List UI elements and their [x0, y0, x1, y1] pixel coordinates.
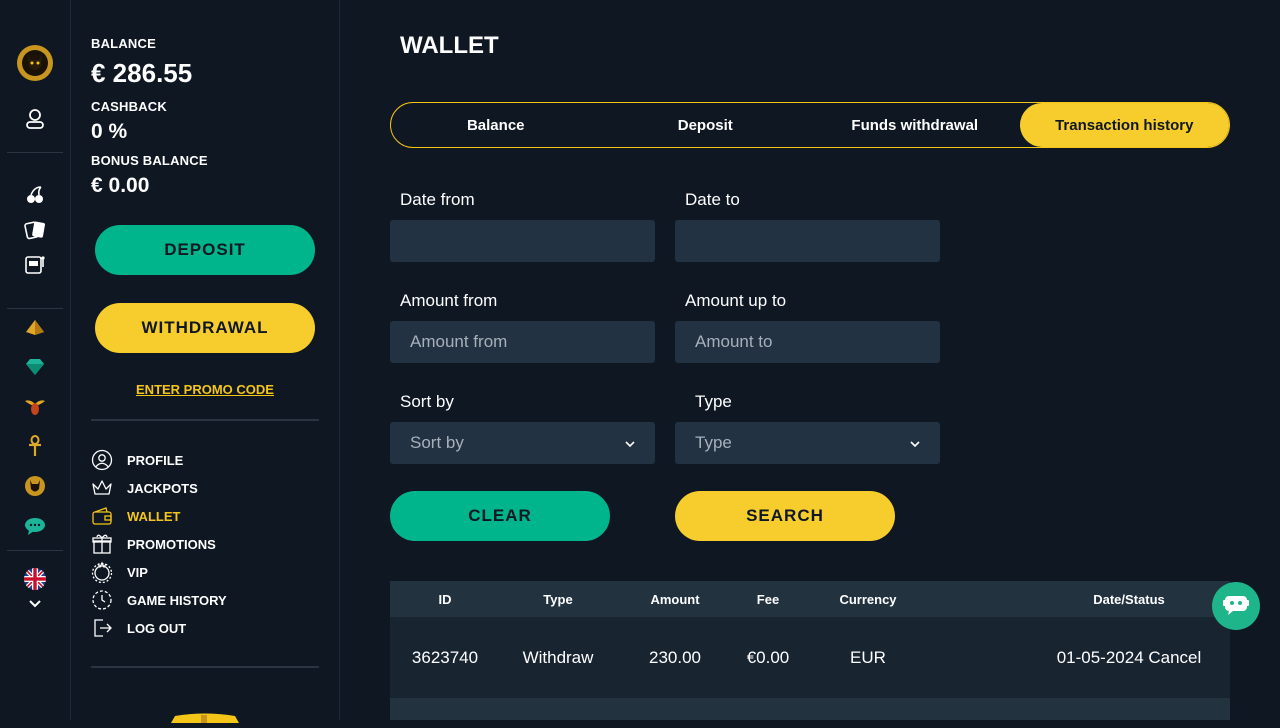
cat-logo-icon[interactable]: [16, 44, 54, 82]
menu-item-profile[interactable]: PROFILE: [91, 449, 183, 471]
crown-icon: [91, 477, 113, 499]
menu-item-vip[interactable]: VIP: [91, 561, 148, 583]
chevron-down-icon: [625, 433, 635, 453]
table-header: ID Type Amount Fee Currency Date/Status: [390, 581, 1230, 617]
search-button[interactable]: SEARCH: [675, 491, 895, 541]
cashback-value: 0 %: [91, 120, 128, 143]
col-header-currency: Currency: [839, 591, 897, 607]
tab-funds-withdrawal[interactable]: Funds withdrawal: [810, 103, 1020, 147]
amount-to-input[interactable]: [675, 321, 940, 363]
cell-type: Withdraw: [522, 647, 594, 667]
cell-currency: EUR: [850, 647, 886, 667]
sort-by-select[interactable]: Sort by: [390, 422, 655, 464]
col-header-amount: Amount: [650, 591, 700, 607]
balance-label: BALANCE: [91, 36, 156, 51]
panel-divider: [91, 666, 319, 668]
withdrawal-button[interactable]: WITHDRAWAL: [95, 303, 315, 353]
cashback-label: CASHBACK: [91, 99, 167, 114]
promo-treasure-image: [167, 710, 243, 723]
col-header-date-status: Date/Status: [1093, 591, 1165, 607]
gold-pyramid-icon[interactable]: [20, 312, 50, 342]
menu-item-wallet[interactable]: WALLET: [91, 505, 180, 527]
menu-label: LOG OUT: [127, 620, 187, 636]
panel-divider: [91, 419, 319, 421]
chevron-down-icon: [910, 433, 920, 453]
cell-amount: 230.00: [649, 647, 701, 667]
col-header-type: Type: [543, 591, 573, 607]
date-from-input[interactable]: [390, 220, 655, 262]
menu-label: PROFILE: [127, 452, 184, 468]
gift-icon: [91, 533, 113, 555]
live-chat-button[interactable]: [1212, 582, 1260, 630]
menu-label: JACKPOTS: [127, 480, 198, 496]
menu-label: PROMOTIONS: [127, 536, 216, 552]
date-from-label: Date from: [400, 190, 475, 209]
type-value: Type: [695, 433, 732, 452]
amount-from-label: Amount from: [400, 291, 498, 310]
tab-transaction-history[interactable]: Transaction history: [1019, 103, 1229, 147]
cell-date-status: 01-05-2024 Cancel: [1056, 647, 1202, 667]
rail-divider: [7, 308, 63, 309]
cell-id: 3623740: [411, 647, 479, 667]
col-header-id: ID: [438, 591, 452, 607]
menu-item-log-out[interactable]: LOG OUT: [91, 617, 186, 639]
date-to-label: Date to: [685, 190, 740, 209]
account-panel: BALANCE € 286.55 CASHBACK 0 % BONUS BALA…: [71, 0, 340, 723]
chat-bot-icon: [1223, 593, 1249, 620]
history-icon: [91, 589, 113, 611]
deposit-button[interactable]: DEPOSIT: [95, 225, 315, 275]
slot-machine-icon[interactable]: [20, 250, 50, 280]
wallet-icon: [91, 505, 113, 527]
menu-label: WALLET: [127, 508, 181, 524]
type-select[interactable]: Type: [675, 422, 940, 464]
cat-icon[interactable]: [20, 471, 50, 501]
type-label: Type: [695, 392, 732, 411]
scarab-icon[interactable]: [20, 391, 50, 421]
uk-flag-icon[interactable]: [20, 564, 50, 594]
rail-divider: [7, 152, 63, 153]
cell-fee: €0.00: [746, 647, 790, 667]
bonus-balance-value: € 0.00: [91, 174, 150, 197]
sort-by-value: Sort by: [410, 433, 464, 452]
main-content: WALLET Balance Deposit Funds withdrawal …: [340, 0, 1280, 720]
menu-label: VIP: [127, 564, 148, 580]
vip-icon: [91, 561, 113, 583]
menu-item-game-history[interactable]: GAME HISTORY: [91, 589, 227, 611]
wallet-tabs: Balance Deposit Funds withdrawal Transac…: [390, 102, 1230, 148]
logout-icon: [91, 617, 113, 639]
table-row[interactable]: 3623740 Withdraw 230.00 €0.00 EUR 01-05-…: [390, 617, 1230, 698]
chevron-down-icon[interactable]: [20, 592, 50, 616]
amount-to-label: Amount up to: [685, 291, 787, 310]
menu-item-promotions[interactable]: PROMOTIONS: [91, 533, 216, 555]
col-header-fee: Fee: [756, 591, 780, 607]
promo-code-link[interactable]: ENTER PROMO CODE: [71, 382, 339, 397]
table-row: [390, 698, 1230, 720]
tab-balance[interactable]: Balance: [391, 103, 601, 147]
profile-icon: [91, 449, 113, 471]
amount-from-input[interactable]: [390, 321, 655, 363]
tab-deposit[interactable]: Deposit: [601, 103, 811, 147]
rail-divider: [7, 550, 63, 551]
menu-item-jackpots[interactable]: JACKPOTS: [91, 477, 198, 499]
sort-by-label: Sort by: [400, 392, 454, 411]
menu-label: GAME HISTORY: [127, 592, 227, 608]
clear-button[interactable]: CLEAR: [390, 491, 610, 541]
chat-bubble-icon[interactable]: [20, 511, 50, 541]
transactions-table: ID Type Amount Fee Currency Date/Status …: [390, 581, 1230, 720]
cherries-icon[interactable]: [20, 180, 50, 210]
ankh-icon[interactable]: [20, 431, 50, 461]
bonus-balance-label: BONUS BALANCE: [91, 153, 208, 168]
page-title: WALLET: [400, 32, 499, 59]
icon-rail: [0, 0, 71, 720]
balance-value: € 286.55: [91, 58, 193, 88]
gem-icon[interactable]: [20, 352, 50, 382]
date-to-input[interactable]: [675, 220, 940, 262]
cards-icon[interactable]: [20, 215, 50, 245]
user-icon[interactable]: [20, 104, 50, 134]
